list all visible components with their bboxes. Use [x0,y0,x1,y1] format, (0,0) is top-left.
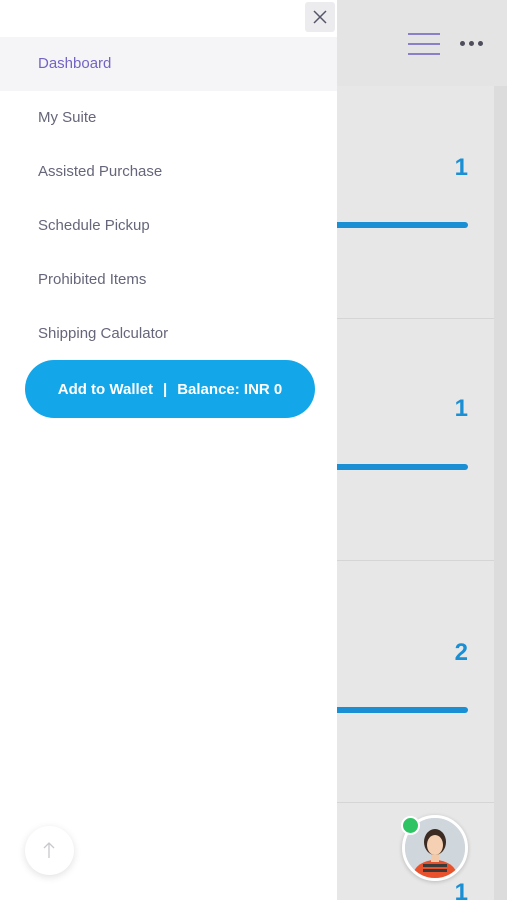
scroll-to-top-button[interactable] [25,826,74,875]
stat-value: 1 [454,154,468,181]
drawer-menu: Dashboard My Suite Assisted Purchase Sch… [0,37,337,361]
stat-value: 1 [454,395,468,422]
wallet-separator: | [163,380,168,398]
menu-item-schedule-pickup[interactable]: Schedule Pickup [0,199,337,253]
scrollbar[interactable] [494,86,507,900]
hamburger-menu-icon[interactable] [408,33,440,55]
side-drawer: Dashboard My Suite Assisted Purchase Sch… [0,0,337,900]
menu-item-prohibited-items[interactable]: Prohibited Items [0,253,337,307]
menu-item-my-suite[interactable]: My Suite [0,91,337,145]
arrow-up-icon [43,842,55,858]
more-dots-icon[interactable] [460,40,484,48]
close-icon [313,10,327,24]
add-to-wallet-label: Add to Wallet [57,380,154,398]
online-status-dot [401,816,420,835]
stat-value: 1 [454,879,468,900]
close-button[interactable] [305,2,335,32]
wallet-balance-label: Balance: INR 0 [177,380,283,398]
menu-item-shipping-calculator[interactable]: Shipping Calculator [0,307,337,361]
stat-value: 2 [454,639,468,666]
add-to-wallet-button[interactable]: Add to Wallet | Balance: INR 0 [25,360,315,418]
menu-item-assisted-purchase[interactable]: Assisted Purchase [0,145,337,199]
menu-item-dashboard[interactable]: Dashboard [0,37,337,91]
